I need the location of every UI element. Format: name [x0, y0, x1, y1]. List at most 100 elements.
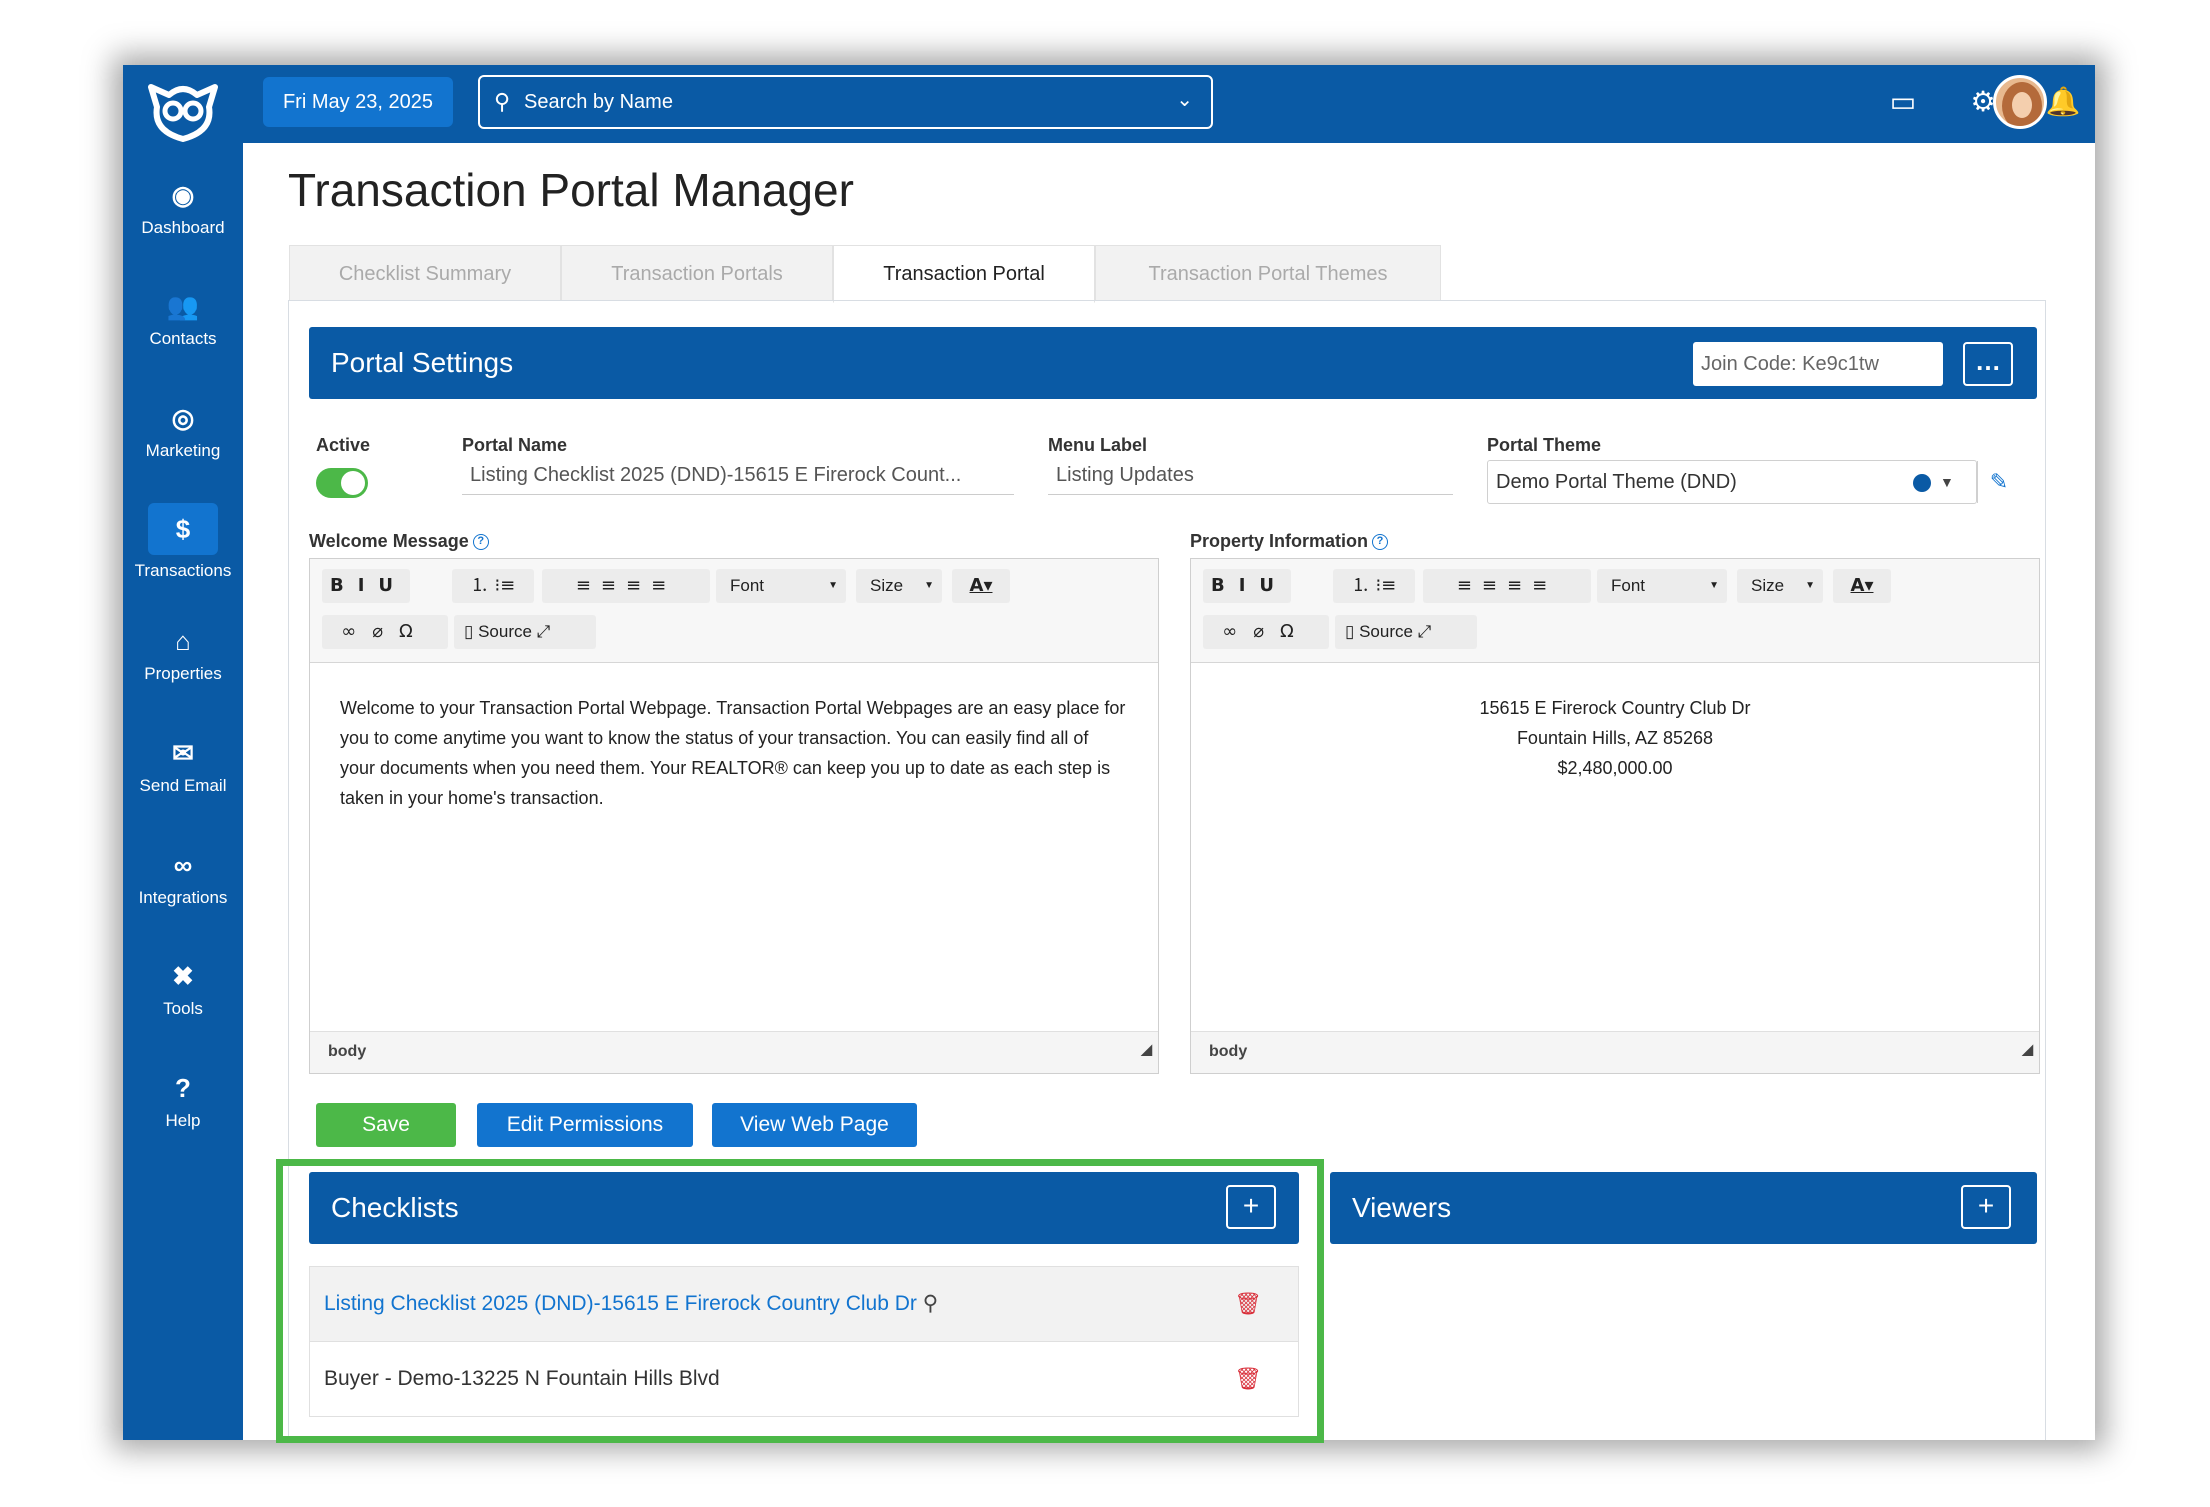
help-circle-icon[interactable]: ? — [472, 534, 489, 551]
portal-theme-label: Portal Theme — [1487, 435, 1602, 455]
property-city-line: Fountain Hills, AZ 85268 — [1516, 728, 1714, 748]
font-select[interactable]: Font ▼ — [1597, 569, 1727, 603]
resize-handle-icon[interactable]: ◢ — [1141, 1029, 1152, 1069]
sidebar-item-help[interactable]: ? Help — [123, 1053, 243, 1153]
sidebar-item-label: Dashboard — [141, 218, 225, 237]
theme-color-swatch — [1913, 474, 1931, 492]
sidebar-item-contacts[interactable]: 👥 Contacts — [123, 271, 243, 371]
tab-checklist-summary[interactable]: Checklist Summary — [289, 245, 561, 301]
property-price-line: $2,480,000.00 — [1557, 758, 1673, 778]
tab-transaction-portal[interactable]: Transaction Portal — [833, 245, 1095, 303]
portal-name-field[interactable]: Listing Checklist 2025 (DND)-15615 E Fir… — [462, 457, 1014, 495]
sidebar-item-send-email[interactable]: ✉ Send Email — [123, 718, 243, 818]
sidebar-item-label: Properties — [144, 664, 222, 683]
chat-icon[interactable]: ▭ — [1880, 79, 1926, 125]
portal-theme-value: Demo Portal Theme (DND) — [1496, 471, 1737, 493]
align-buttons[interactable]: ≡≡≡≡ — [542, 569, 710, 603]
sidebar: ◉ Dashboard 👥 Contacts ◎ Marketing $ Transac… — [123, 65, 243, 1440]
date-display[interactable]: Fri May 23, 2025 — [263, 77, 453, 127]
sidebar-item-label: Tools — [163, 999, 203, 1018]
font-select-label: Font — [1611, 576, 1646, 595]
link-icon: ∞ — [173, 850, 193, 880]
link-unlink-omega-buttons[interactable]: ∞⌀Ω — [1203, 615, 1329, 649]
tools-icon: ✖ — [172, 961, 194, 991]
property-information-editor[interactable]: BIU ⒈ ⁝≡ ≡≡≡≡ Font ▼ Size ▼ A▾ ∞⌀Ω ▯ Sourc… — [1190, 558, 2040, 1074]
help-circle-icon[interactable]: ? — [1372, 534, 1389, 551]
editor-toolbar: BIU ⒈ ⁝≡ ≡≡≡≡ Font ▼ Size ▼ A▾ ∞⌀Ω ▯ Sourc… — [1191, 559, 2039, 663]
editor-footer: body ◢ — [310, 1031, 1158, 1073]
active-toggle[interactable] — [316, 468, 368, 498]
view-web-page-button[interactable]: View Web Page — [712, 1103, 917, 1147]
viewers-header: Viewers — [1330, 1172, 2037, 1244]
avatar[interactable] — [1993, 75, 2047, 129]
more-options-button[interactable]: … — [1963, 342, 2013, 386]
tab-transaction-portal-themes[interactable]: Transaction Portal Themes — [1095, 245, 1441, 301]
welcome-message-body[interactable]: Welcome to your Transaction Portal Webpa… — [310, 663, 1158, 1031]
add-viewer-button[interactable]: + — [1961, 1185, 2011, 1229]
portal-settings-title: Portal Settings — [331, 347, 514, 378]
sidebar-item-properties[interactable]: ⌂ Properties — [123, 606, 243, 706]
join-code-field[interactable]: Join Code: Ke9c1tw — [1693, 342, 1943, 386]
size-select-label: Size — [870, 576, 904, 595]
sidebar-item-label: Marketing — [145, 441, 221, 460]
sidebar-item-dashboard[interactable]: ◉ Dashboard — [123, 160, 243, 260]
sidebar-item-marketing[interactable]: ◎ Marketing — [123, 383, 243, 483]
search-placeholder: Search by Name — [524, 91, 673, 113]
tab-transaction-portals[interactable]: Transaction Portals — [561, 245, 833, 301]
sidebar-item-integrations[interactable]: ∞ Integrations — [123, 830, 243, 930]
editor-path: body — [1209, 1043, 1248, 1060]
property-information-body[interactable]: 15615 E Firerock Country Club Dr Fountai… — [1191, 663, 2039, 1031]
size-select[interactable]: Size ▼ — [1737, 569, 1823, 603]
envelope-icon: ✉ — [172, 738, 194, 768]
sidebar-item-tools[interactable]: ✖ Tools — [123, 941, 243, 1041]
size-select-label: Size — [1751, 576, 1785, 595]
chevron-down-icon[interactable]: ⌄ — [1176, 75, 1193, 125]
text-color-button[interactable]: A▾ — [952, 569, 1010, 603]
format-buttons[interactable]: BIU — [322, 569, 410, 603]
welcome-message-editor[interactable]: BIU ⒈ ⁝≡ ≡≡≡≡ Font ▼ Size ▼ A▾ ∞⌀Ω ▯ Sourc… — [309, 558, 1159, 1074]
viewers-title: Viewers — [1352, 1192, 1452, 1223]
contacts-icon: 👥 — [166, 291, 200, 321]
save-button[interactable]: Save — [316, 1103, 456, 1147]
menu-label-field[interactable]: Listing Updates — [1048, 457, 1453, 495]
portal-theme-select[interactable]: Demo Portal Theme (DND) ▼ — [1487, 460, 1978, 504]
sidebar-item-label: Send Email — [139, 776, 227, 795]
editor-path: body — [328, 1043, 367, 1060]
pencil-icon[interactable]: ✎ — [1978, 460, 2020, 504]
font-select[interactable]: Font ▼ — [716, 569, 846, 603]
active-label: Active — [316, 435, 371, 455]
link-unlink-omega-buttons[interactable]: ∞⌀Ω — [322, 615, 448, 649]
align-buttons[interactable]: ≡≡≡≡ — [1423, 569, 1591, 603]
list-buttons[interactable]: ⒈ ⁝≡ — [1333, 569, 1415, 603]
page-title: Transaction Portal Manager — [288, 164, 854, 216]
search-icon: ⚲ — [494, 89, 511, 114]
source-label: Source — [1359, 622, 1413, 641]
text-color-button[interactable]: A▾ — [1833, 569, 1891, 603]
edit-permissions-button[interactable]: Edit Permissions — [477, 1103, 693, 1147]
owl-logo-icon[interactable] — [139, 73, 227, 145]
source-button[interactable]: ▯ Source ⤢ — [1335, 615, 1477, 649]
search-input[interactable]: ⚲ Search by Name ⌄ — [478, 75, 1213, 129]
format-buttons[interactable]: BIU — [1203, 569, 1291, 603]
sidebar-item-label: Integrations — [138, 888, 228, 907]
list-buttons[interactable]: ⒈ ⁝≡ — [452, 569, 534, 603]
welcome-message-label-text: Welcome Message — [309, 531, 469, 551]
font-select-label: Font — [730, 576, 765, 595]
source-label: Source — [478, 622, 532, 641]
resize-handle-icon[interactable]: ◢ — [2022, 1029, 2033, 1069]
size-select[interactable]: Size ▼ — [856, 569, 942, 603]
help-icon: ? — [175, 1073, 191, 1103]
sidebar-item-label: Help — [165, 1111, 201, 1130]
sidebar-item-label: Transactions — [134, 561, 232, 580]
home-icon: ⌂ — [175, 626, 191, 656]
source-button[interactable]: ▯ Source ⤢ — [454, 615, 596, 649]
editor-footer: body ◢ — [1191, 1031, 2039, 1073]
editor-toolbar: BIU ⒈ ⁝≡ ≡≡≡≡ Font ▼ Size ▼ A▾ ∞⌀Ω ▯ Sourc… — [310, 559, 1158, 663]
caret-down-icon: ▼ — [1940, 474, 1954, 490]
top-bar: Fri May 23, 2025 ⚲ Search by Name ⌄ ▭ ⚙ … — [243, 65, 2095, 143]
property-information-label-text: Property Information — [1190, 531, 1369, 551]
sidebar-item-transactions[interactable]: $ Transactions — [123, 495, 243, 595]
portal-name-label: Portal Name — [462, 435, 568, 455]
dashboard-icon: ◉ — [171, 180, 195, 210]
marketing-icon: ◎ — [171, 403, 195, 433]
